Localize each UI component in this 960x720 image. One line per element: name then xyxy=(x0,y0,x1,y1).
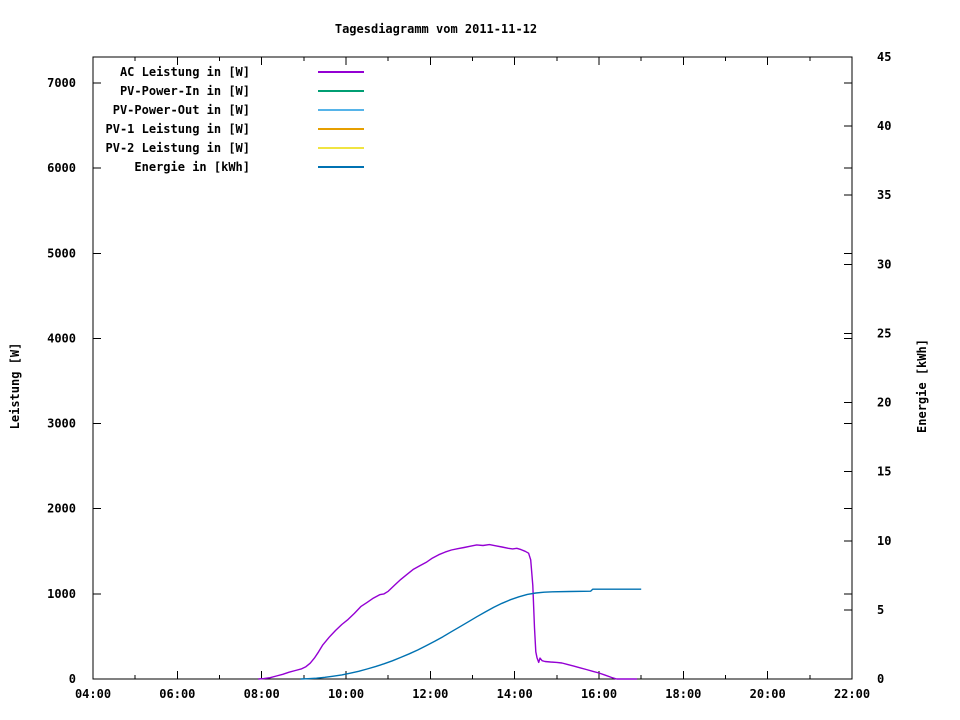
legend-line-swatch xyxy=(318,70,364,73)
legend-label: PV-2 Leistung in [W] xyxy=(105,140,251,155)
legend-item-pv-power-in-in-w: PV-Power-In in [W] xyxy=(88,81,364,100)
legend-item-energie-in-kwh: Energie in [kWh] xyxy=(88,157,364,176)
legend-label: PV-Power-In in [W] xyxy=(119,83,250,98)
legend-line-swatch xyxy=(318,89,364,92)
legend-item-pv-1-leistung-in-w: PV-1 Leistung in [W] xyxy=(88,119,364,138)
y-tick-label: 2000 xyxy=(47,502,76,516)
x-tick-label: 20:00 xyxy=(750,687,786,701)
legend-item-pv-power-out-in-w: PV-Power-Out in [W] xyxy=(88,100,364,119)
legend-label: PV-Power-Out in [W] xyxy=(112,102,250,117)
chart-canvas: Tagesdiagramm vom 2011-11-12 Leistung [W… xyxy=(0,0,960,720)
x-tick-label: 12:00 xyxy=(412,687,448,701)
legend-label: Energie in [kWh] xyxy=(134,159,250,174)
y2-tick-label: 45 xyxy=(877,50,891,64)
legend-line-swatch xyxy=(318,146,364,149)
y-tick-label: 6000 xyxy=(47,161,76,175)
x-tick-label: 18:00 xyxy=(665,687,701,701)
x-tick-label: 04:00 xyxy=(75,687,111,701)
series-line-ac-leistung-in-w xyxy=(258,543,637,680)
x-tick-label: 22:00 xyxy=(834,687,870,701)
y-tick-label: 0 xyxy=(69,672,76,686)
legend-line-swatch xyxy=(318,108,364,111)
x-tick-label: 14:00 xyxy=(497,687,533,701)
y2-tick-label: 30 xyxy=(877,257,891,271)
legend-label: AC Leistung in [W] xyxy=(119,64,250,79)
legend-line-swatch xyxy=(318,127,364,130)
y2-tick-label: 10 xyxy=(877,534,891,548)
y2-tick-label: 0 xyxy=(877,672,884,686)
legend-item-ac-leistung-in-w: AC Leistung in [W] xyxy=(88,62,364,81)
y2-tick-label: 20 xyxy=(877,396,891,410)
y2-tick-label: 15 xyxy=(877,465,891,479)
x-tick-label: 08:00 xyxy=(244,687,280,701)
y2-tick-label: 5 xyxy=(877,603,884,617)
y2-tick-label: 25 xyxy=(877,326,891,340)
y-tick-label: 4000 xyxy=(47,331,76,345)
legend: AC Leistung in [W] PV-Power-In in [W] PV-P… xyxy=(88,62,364,176)
x-tick-label: 10:00 xyxy=(328,687,364,701)
legend-line-swatch xyxy=(318,165,364,168)
y2-tick-label: 35 xyxy=(877,188,891,202)
y-tick-label: 3000 xyxy=(47,417,76,431)
legend-item-pv-2-leistung-in-w: PV-2 Leistung in [W] xyxy=(88,138,364,157)
y-tick-label: 5000 xyxy=(47,246,76,260)
series-line-energie-in-kwh xyxy=(300,588,642,680)
y-tick-label: 7000 xyxy=(47,76,76,90)
y-tick-label: 1000 xyxy=(47,587,76,601)
y2-tick-label: 40 xyxy=(877,119,891,133)
x-tick-label: 06:00 xyxy=(159,687,195,701)
x-tick-label: 16:00 xyxy=(581,687,617,701)
legend-label: PV-1 Leistung in [W] xyxy=(105,121,251,136)
